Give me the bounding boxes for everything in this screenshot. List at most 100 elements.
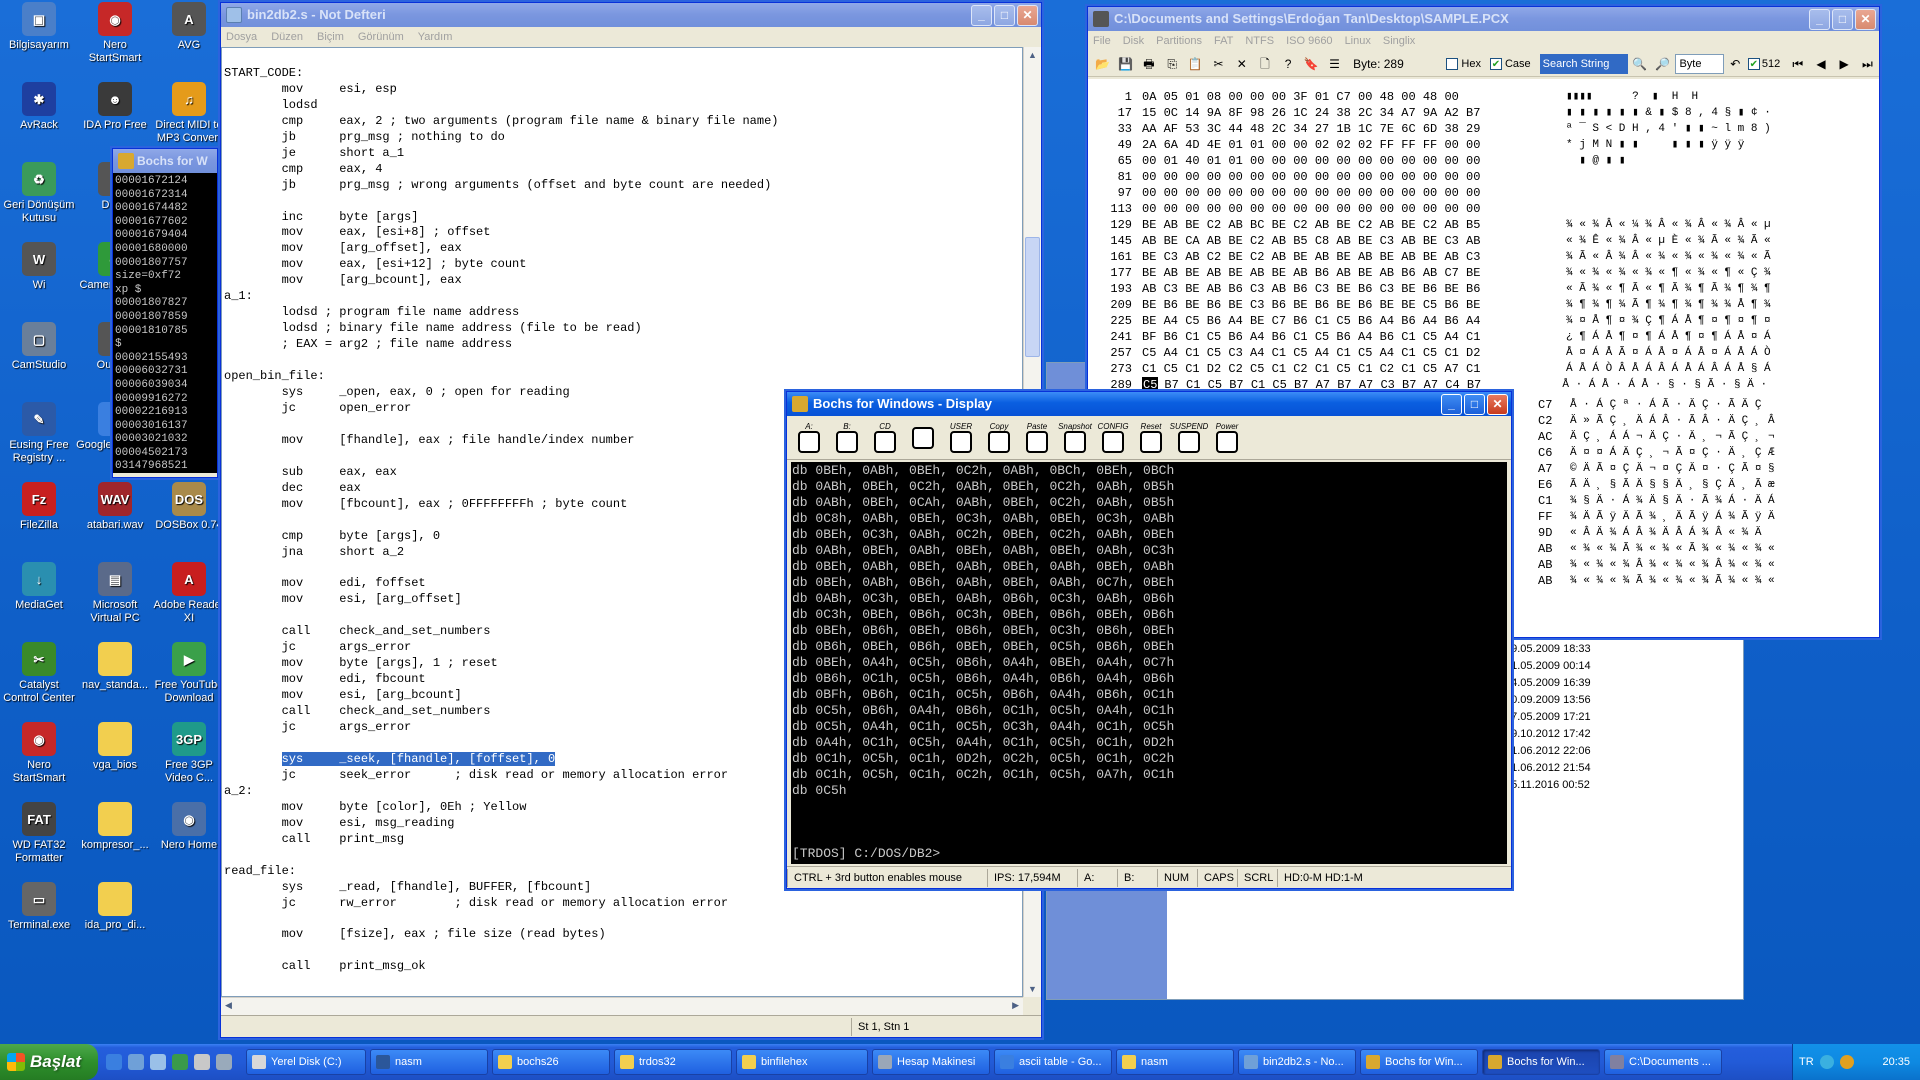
hex-bytes[interactable]: 00 01 40 01 01 00 00 00 00 00 00 00 00 0…: [1142, 153, 1544, 169]
minimize-button[interactable]: _: [1441, 394, 1462, 415]
taskbar-button[interactable]: Bochs for Win...: [1482, 1049, 1600, 1075]
taskbar-button[interactable]: binfilehex: [736, 1049, 868, 1075]
ascii-text[interactable]: ¾ § Ä · Á ¾ Ä § Ä · Ã ¾ Á · Ä Á: [1570, 493, 1775, 509]
hex-byte[interactable]: AB: [1538, 541, 1552, 557]
desktop-icon[interactable]: nav_standa...: [76, 642, 154, 692]
reset-button[interactable]: Reset: [1135, 419, 1167, 457]
explorer-row[interactable]: 21.06.2012 22:06: [1505, 743, 1697, 760]
maximize-button[interactable]: □: [1832, 9, 1853, 30]
bochs-display-titlebar[interactable]: Bochs for Windows - Display _ □ ✕: [787, 392, 1511, 416]
desktop-icon[interactable]: kompresor_...: [76, 802, 154, 852]
ascii-text[interactable]: Ã Ä ¸ § Ã Ä § § Ä ¸ § Ç Ä ¸ Ã æ: [1570, 477, 1775, 493]
hex-bytes[interactable]: 15 0C 14 9A 8F 98 26 1C 24 38 2C 34 A7 9…: [1142, 105, 1544, 121]
hex-bytes[interactable]: BE B6 BE B6 BE C3 B6 BE B6 BE B6 BE BE C…: [1142, 297, 1544, 313]
desktop-icon[interactable]: ▶ Free YouTube Download: [150, 642, 228, 705]
ascii-text[interactable]: ¾ ¶ ¾ ¶ ¾ Ã ¶ ¾ ¶ ¾ ¶ ¾ ¾ Å ¶ ¾: [1566, 297, 1771, 313]
ascii-text[interactable]: ¾ « ¾ « ¾ Â ¾ « ¾ « ¾ Â ¾ « ¾ «: [1570, 557, 1775, 573]
hex-bytes[interactable]: 00 00 00 00 00 00 00 00 00 00 00 00 00 0…: [1142, 185, 1544, 201]
taskbar-button[interactable]: Yerel Disk (C:): [246, 1049, 366, 1075]
app-quick-icon[interactable]: [216, 1054, 232, 1070]
desktop-icon[interactable]: ◉ Nero Home: [150, 802, 228, 852]
hex-byte[interactable]: FF: [1538, 509, 1552, 525]
hex-bytes[interactable]: 00 00 00 00 00 00 00 00 00 00 00 00 00 0…: [1142, 169, 1544, 185]
desktop-icon[interactable]: ▭ Terminal.exe: [0, 882, 78, 932]
taskbar-button[interactable]: Hesap Makinesi: [872, 1049, 990, 1075]
hex-byte[interactable]: AB: [1538, 557, 1552, 573]
hex-byte[interactable]: C2: [1538, 413, 1552, 429]
desktop-icon[interactable]: ◉ Nero StartSmart: [76, 2, 154, 65]
ascii-text[interactable]: Á Å Á Ò Â Å Á Â Á Å Á Â Á Å § Á: [1566, 361, 1771, 377]
desktop-icon[interactable]: 3GP Free 3GP Video C...: [150, 722, 228, 785]
ascii-text[interactable]: ¾ Ä Ã ÿ Ä Ã ¾ ¸ Ä Ã ÿ Á ¾ Ã ÿ Ä: [1570, 509, 1775, 525]
desktop-icon[interactable]: ida_pro_di...: [76, 882, 154, 932]
bochs-screen[interactable]: db 0BEh, 0ABh, 0BEh, 0C2h, 0ABh, 0BCh, 0…: [791, 462, 1507, 864]
desktop-icon[interactable]: ✂ Catalyst Control Center: [0, 642, 78, 705]
desktop-icon[interactable]: FAT WD FAT32 Formatter: [0, 802, 78, 865]
desktop-icon[interactable]: ▣ Bilgisayarım: [0, 2, 78, 52]
menu-item[interactable]: Görünüm: [358, 31, 404, 43]
ascii-text[interactable]: Å · Á Å · Á Å · § · § Ã · § Ä ·: [1562, 377, 1767, 393]
menu-item[interactable]: Dosya: [226, 31, 257, 43]
close-button[interactable]: ✕: [1487, 394, 1508, 415]
ascii-text[interactable]: Ä Ç ¸ Á Á ¬ Ä Ç · Ä ¸ ¬ Ã Ç ¸ ¬: [1570, 429, 1775, 445]
scroll-thumb[interactable]: [1025, 237, 1040, 357]
cut-icon[interactable]: ✂: [1208, 53, 1229, 75]
ascii-text[interactable]: Å · Á Ç ª · Á Ã · Ä Ç · Ã Ä Ç: [1570, 397, 1775, 413]
copy-icon[interactable]: ⎘: [1162, 53, 1183, 75]
first-page-icon[interactable]: ⏮: [1787, 53, 1808, 75]
hex-bytes[interactable]: C1 C5 C1 D2 C2 C5 C1 C2 C1 C5 C1 C2 C1 C…: [1142, 361, 1544, 377]
case-checkbox[interactable]: ✔ Case: [1489, 57, 1531, 70]
show-desktop-icon[interactable]: [150, 1054, 166, 1070]
scroll-up-icon[interactable]: ▲: [1024, 47, 1041, 63]
chrome-quick-icon[interactable]: [172, 1054, 188, 1070]
taskbar-button[interactable]: Bochs for Win...: [1360, 1049, 1478, 1075]
desktop-icon[interactable]: WAV atabari.wav: [76, 482, 154, 532]
menu-item[interactable]: Singlix: [1383, 35, 1415, 47]
help-icon[interactable]: ?: [1278, 53, 1299, 75]
bookmark-icon[interactable]: 🔖: [1301, 53, 1322, 75]
ascii-text[interactable]: ª ¯ S < D H , 4 ' ▮ ▮ ~ l m 8 ): [1566, 121, 1771, 137]
explorer-row[interactable]: 21.06.2012 21:54: [1505, 760, 1697, 777]
save-icon[interactable]: 💾: [1115, 53, 1136, 75]
ascii-text[interactable]: ¾ « ¾ « ¾ « ¾ « ¶ « ¾ « ¶ « Ç ¾: [1566, 265, 1771, 281]
language-indicator[interactable]: TR: [1799, 1056, 1814, 1068]
menu-item[interactable]: NTFS: [1245, 35, 1274, 47]
desktop-icon[interactable]: ♻ Geri Dönüşüm Kutusu: [0, 162, 78, 225]
new-icon[interactable]: 🗋: [1254, 53, 1275, 75]
undo-icon[interactable]: ↶: [1725, 53, 1746, 75]
menu-item[interactable]: Partitions: [1156, 35, 1202, 47]
last-page-icon[interactable]: ⏭: [1857, 53, 1878, 75]
hex-byte[interactable]: C1: [1538, 493, 1552, 509]
close-button[interactable]: ✕: [1855, 9, 1876, 30]
ascii-text[interactable]: © Ä Ã ¤ Ç Ä ¬ ¤ Ç Ä ¤ · Ç Ã ¤ §: [1570, 461, 1775, 477]
prev-page-icon[interactable]: ◀: [1810, 53, 1831, 75]
hex-byte[interactable]: AC: [1538, 429, 1552, 445]
menu-item[interactable]: ISO 9660: [1286, 35, 1332, 47]
mode-select[interactable]: Byte: [1675, 53, 1724, 74]
menu-item[interactable]: Yardım: [418, 31, 453, 43]
search-string-input[interactable]: Search String: [1539, 53, 1629, 74]
ascii-text[interactable]: ¾ ¤ Å ¶ ¤ ¾ Ç ¶ Á Å ¶ ¤ ¶ ¤ ¶ ¤: [1566, 313, 1771, 329]
taskbar-button[interactable]: trdos32: [614, 1049, 732, 1075]
desktop-icon[interactable]: ▤ Microsoft Virtual PC: [76, 562, 154, 625]
desktop-icon[interactable]: ♫ Direct MIDI to MP3 Convert: [150, 82, 228, 145]
hex-byte[interactable]: AB: [1538, 573, 1552, 589]
power-button[interactable]: Power: [1211, 419, 1243, 457]
menu-item[interactable]: Linux: [1345, 35, 1371, 47]
ascii-text[interactable]: ▮ @ ▮ ▮: [1566, 153, 1625, 169]
minimize-button[interactable]: _: [1809, 9, 1830, 30]
ascii-text[interactable]: ▮ ▮ ▮ ▮ ▮ ▮ & ▮ $ 8 , 4 § ▮ ¢ ·: [1566, 105, 1771, 121]
delete-icon[interactable]: ✕: [1231, 53, 1252, 75]
desktop-icon[interactable]: vga_bios: [76, 722, 154, 772]
security-icon[interactable]: [1839, 1055, 1854, 1069]
network-icon[interactable]: [1819, 1055, 1834, 1069]
taskbar-button[interactable]: C:\Documents ...: [1604, 1049, 1722, 1075]
media-icon[interactable]: [194, 1054, 210, 1070]
hex-editor-titlebar[interactable]: C:\Documents and Settings\Erdoğan Tan\De…: [1088, 7, 1879, 31]
find-next-icon[interactable]: 🔎: [1652, 53, 1673, 75]
hex-checkbox[interactable]: Hex: [1446, 57, 1481, 70]
hex-bytes[interactable]: BE A4 C5 B6 A4 BE C7 B6 C1 C5 B6 A4 B6 A…: [1142, 313, 1544, 329]
menu-item[interactable]: FAT: [1214, 35, 1233, 47]
scroll-down-icon[interactable]: ▼: [1024, 981, 1041, 997]
bochs-console-window[interactable]: Bochs for W 00001672124 00001672314 000016…: [112, 148, 218, 478]
